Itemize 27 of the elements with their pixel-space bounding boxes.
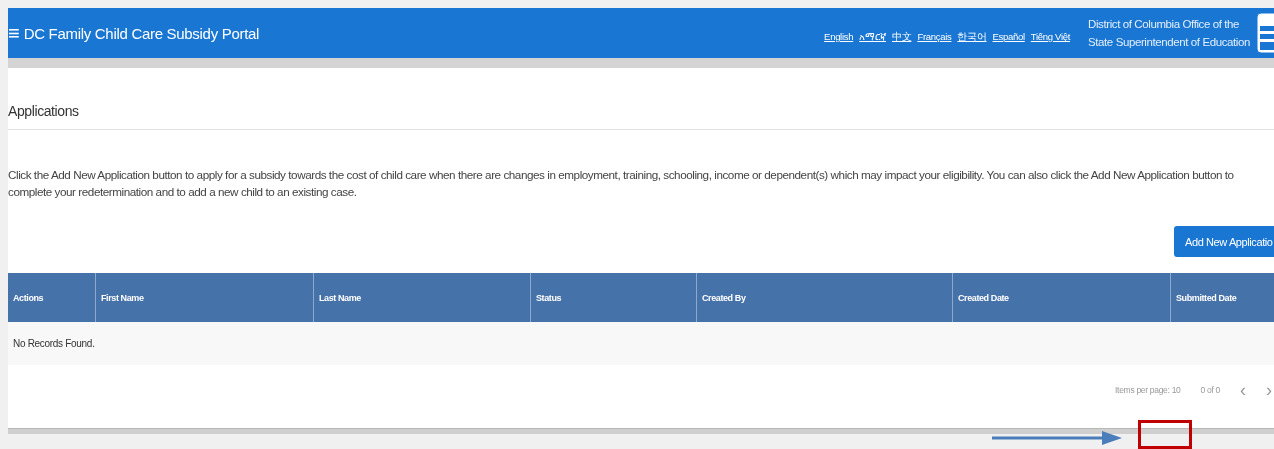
language-link[interactable]: Tiếng Việt (1030, 31, 1070, 44)
next-page-button[interactable]: › (1266, 381, 1272, 399)
agency-name: District of Columbia Office of the (1088, 18, 1241, 30)
add-new-application-button[interactable]: Add New Applicatio (1174, 226, 1274, 257)
language-link[interactable]: Español (992, 31, 1025, 44)
language-link[interactable]: 中文 (892, 31, 912, 44)
column-header[interactable]: Status (530, 273, 696, 322)
portal-title: DC Family Child Care Subsidy Portal (23, 24, 261, 42)
menu-icon[interactable]: ≡ (8, 23, 20, 43)
language-link[interactable]: English (824, 31, 854, 44)
page-title: Applications (8, 68, 1274, 130)
items-per-page-label: Items per page: 10 (1115, 385, 1181, 395)
column-header[interactable]: First Name (95, 273, 313, 322)
language-link[interactable]: Français (917, 31, 952, 44)
agency-name: State Superintendent of Education (1088, 36, 1250, 48)
highlight-box (1138, 420, 1192, 449)
language-link[interactable]: አማርኛ (859, 31, 886, 44)
previous-page-button[interactable]: ‹ (1240, 381, 1246, 399)
column-header[interactable]: Submitted Date (1170, 273, 1274, 322)
page-range: 0 of 0 (1200, 385, 1220, 395)
instructions-text: Click the Add New Application button to apply for a subsidy towards the cost of child care when there are changes in employment, training, schooling, income or dependent(s) which may impact your eligibility. You can also click the Add New Application button to complete your redetermination and to add a new child to an existing case. (8, 167, 1235, 200)
column-header[interactable]: Created Date (952, 273, 1170, 322)
empty-message: No Records Found. (8, 322, 1274, 365)
language-link[interactable]: 한국어 (957, 31, 987, 44)
column-header[interactable]: Actions (8, 273, 95, 322)
column-header[interactable]: Created By (696, 273, 952, 322)
column-header[interactable]: Last Name (313, 273, 530, 322)
